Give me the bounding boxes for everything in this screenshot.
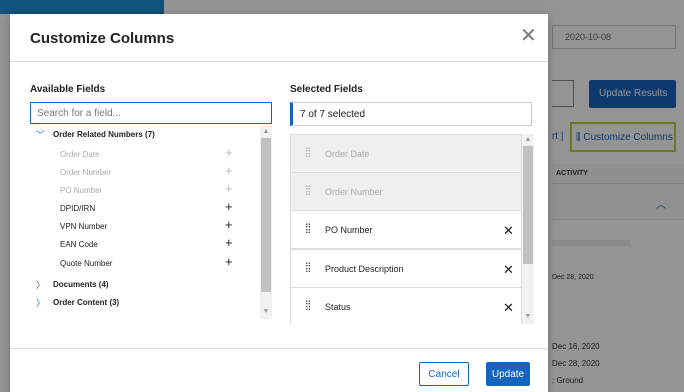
available-fields-heading: Available Fields [30,84,106,95]
selected-fields-scrollbar[interactable]: ▲ ▼ [522,134,534,324]
field-label: Order Number [60,168,112,177]
drag-handle-icon: ⁞⁞ [305,183,311,198]
plus-icon: + [225,145,233,160]
group-order-content[interactable]: 〉 Order Content (3) [30,296,260,314]
selected-field-label: Order Date [325,149,370,159]
field-label: EAN Code [60,240,98,249]
selected-field-label: Product Description [325,264,404,274]
available-fields-tree: ﹀ Order Related Numbers (7) Order Date +… [30,124,260,319]
update-button[interactable]: Update [486,362,530,386]
selected-field-label: Status [325,302,351,312]
field-label: Quote Number [60,259,113,268]
scroll-up-icon[interactable]: ▲ [261,127,271,137]
selected-count: 7 of 7 selected [290,102,532,126]
group-label: Order Content (3) [53,298,120,307]
field-label: Order Date [60,150,100,159]
selected-field-item[interactable]: ⁞⁞ Status ✕ [290,287,522,324]
selected-field-label: Order Number [325,187,383,197]
chevron-right-icon: 〉 [36,280,46,290]
plus-icon[interactable]: + [225,217,233,232]
selected-field-label: PO Number [325,225,373,235]
selected-fields-list: ⁞⁞ Order Date ⁞⁞ Order Number ⁞⁞ PO Numb… [290,134,522,324]
group-order-related-numbers[interactable]: ﹀ Order Related Numbers (7) [30,128,260,146]
scroll-down-icon[interactable]: ▼ [261,307,271,317]
field-search-input[interactable] [30,102,272,124]
drag-handle-icon[interactable]: ⁞⁞ [305,261,311,274]
scroll-up-icon[interactable]: ▲ [523,135,533,145]
close-icon[interactable]: ✕ [520,26,537,46]
cancel-button[interactable]: Cancel [419,362,469,386]
plus-icon: + [225,181,233,196]
field-label: VPN Number [60,222,108,231]
group-label: Documents (4) [53,280,109,289]
field-label: DPID/IRN [60,204,96,213]
chevron-down-icon: ﹀ [36,130,46,140]
available-fields-scrollbar[interactable]: ▲ ▼ [260,126,272,319]
selected-field-item: ⁞⁞ Order Date [290,134,522,173]
remove-icon[interactable]: ✕ [503,300,514,316]
group-label: Order Related Numbers (7) [53,130,155,139]
dialog-header: Customize Columns ✕ [10,14,548,62]
footer-divider [10,348,548,349]
group-documents[interactable]: 〉 Documents (4) [30,278,260,296]
remove-icon[interactable]: ✕ [503,223,514,239]
drag-handle-icon[interactable]: ⁞⁞ [305,299,311,312]
remove-icon[interactable]: ✕ [503,262,514,278]
dialog-title: Customize Columns [30,30,175,47]
scrollbar-thumb[interactable] [523,146,533,264]
drag-handle-icon[interactable]: ⁞⁞ [305,222,311,235]
plus-icon[interactable]: + [225,254,233,269]
selected-field-item[interactable]: ⁞⁞ PO Number ✕ [290,210,522,249]
selected-field-item[interactable]: ⁞⁞ Product Description ✕ [290,249,522,288]
drag-handle-icon: ⁞⁞ [305,145,311,160]
selected-fields-heading: Selected Fields [290,84,363,95]
chevron-right-icon: 〉 [36,298,46,308]
field-label: PO Number [60,186,103,195]
available-field[interactable]: Quote Number + [30,254,260,275]
plus-icon[interactable]: + [225,199,233,214]
plus-icon: + [225,163,233,178]
plus-icon[interactable]: + [225,235,233,250]
customize-columns-dialog: Customize Columns ✕ Available Fields ﹀ O… [10,14,548,392]
selected-field-item: ⁞⁞ Order Number [290,172,522,211]
scrollbar-thumb[interactable] [261,138,271,292]
scroll-down-icon[interactable]: ▼ [523,312,533,322]
